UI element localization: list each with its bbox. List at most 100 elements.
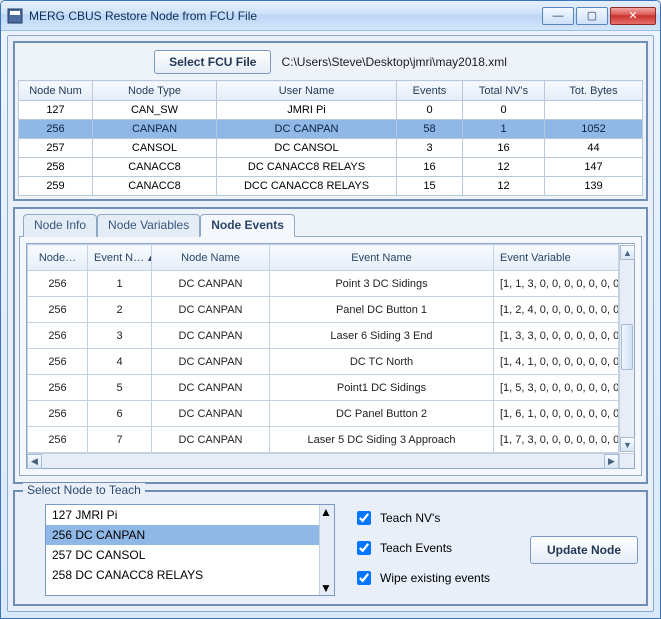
sort-asc-icon: ▲ bbox=[146, 253, 151, 263]
events-header[interactable]: Event N…▲ bbox=[88, 245, 152, 271]
teach-node-list[interactable]: 127 JMRI Pi256 DC CANPAN257 DC CANSOL258… bbox=[45, 504, 335, 596]
table-row[interactable]: 2563DC CANPANLaser 6 Siding 3 End[1, 3, … bbox=[28, 323, 619, 349]
scroll-thumb[interactable] bbox=[621, 324, 633, 370]
table-cell: [1, 4, 1, 0, 0, 0, 0, 0, 0, 0, bbox=[494, 349, 619, 375]
tab-node-events[interactable]: Node Events bbox=[200, 214, 295, 237]
nodes-table[interactable]: Node Num Node Type User Name Events Tota… bbox=[18, 80, 643, 196]
table-row[interactable]: 2566DC CANPANDC Panel Button 2[1, 6, 1, … bbox=[28, 401, 619, 427]
list-item[interactable]: 256 DC CANPAN bbox=[46, 525, 334, 545]
teach-legend: Select Node to Teach bbox=[23, 483, 145, 497]
table-row[interactable]: 2561DC CANPANPoint 3 DC Sidings[1, 1, 3,… bbox=[28, 271, 619, 297]
tab-node-info[interactable]: Node Info bbox=[23, 214, 97, 237]
table-row[interactable]: 258CANACC8DC CANACC8 RELAYS1612147 bbox=[19, 158, 643, 177]
scroll-left-icon[interactable]: ◀ bbox=[27, 454, 42, 469]
table-cell: 58 bbox=[397, 120, 463, 139]
nodes-header[interactable]: User Name bbox=[217, 81, 397, 101]
scroll-down-icon[interactable]: ▼ bbox=[320, 581, 334, 595]
events-horizontal-scrollbar[interactable]: ◀ ▶ bbox=[27, 453, 619, 468]
events-table[interactable]: Node… Event N…▲ Node Name Event Name Eve… bbox=[27, 244, 619, 453]
tabs-panel: Node Info Node Variables Node Events Nod… bbox=[13, 207, 648, 484]
nodes-header[interactable]: Node Type bbox=[93, 81, 217, 101]
table-row[interactable]: 2565DC CANPANPoint1 DC Sidings[1, 5, 3, … bbox=[28, 375, 619, 401]
table-row[interactable]: 259CANACC8DCC CANACC8 RELAYS1512139 bbox=[19, 177, 643, 196]
list-item[interactable]: 258 DC CANACC8 RELAYS bbox=[46, 565, 334, 585]
table-cell: 7 bbox=[88, 427, 152, 453]
select-fcu-file-button[interactable]: Select FCU File bbox=[154, 50, 271, 74]
tab-strip: Node Info Node Variables Node Events bbox=[19, 213, 642, 236]
table-cell: CANACC8 bbox=[93, 158, 217, 177]
nodes-header[interactable]: Node Num bbox=[19, 81, 93, 101]
table-cell: 12 bbox=[463, 177, 545, 196]
table-cell: DC CANPAN bbox=[152, 427, 270, 453]
table-cell: DC CANPAN bbox=[152, 349, 270, 375]
table-cell: 258 bbox=[19, 158, 93, 177]
teach-nv-checkbox[interactable]: Teach NV's bbox=[353, 508, 490, 528]
close-button[interactable]: ✕ bbox=[610, 7, 656, 25]
table-cell: 44 bbox=[545, 139, 643, 158]
events-header[interactable]: Node… bbox=[28, 245, 88, 271]
table-row[interactable]: 256CANPANDC CANPAN5811052 bbox=[19, 120, 643, 139]
table-cell: 256 bbox=[28, 349, 88, 375]
table-cell: 139 bbox=[545, 177, 643, 196]
tab-node-variables[interactable]: Node Variables bbox=[97, 214, 200, 237]
table-row[interactable]: 127CAN_SWJMRI Pi00 bbox=[19, 101, 643, 120]
table-cell: CANPAN bbox=[93, 120, 217, 139]
client-area: Select FCU File C:\Users\Steve\Desktop\j… bbox=[7, 35, 654, 612]
table-cell: 15 bbox=[397, 177, 463, 196]
table-cell: DC TC North bbox=[270, 349, 494, 375]
table-cell: CANSOL bbox=[93, 139, 217, 158]
events-vertical-scrollbar[interactable]: ▲ ▼ bbox=[619, 245, 634, 452]
table-cell: [1, 7, 3, 0, 0, 0, 0, 0, 0, 0, bbox=[494, 427, 619, 453]
maximize-button[interactable]: ▢ bbox=[576, 7, 608, 25]
table-cell: 2 bbox=[88, 297, 152, 323]
table-cell: 147 bbox=[545, 158, 643, 177]
tab-panel-node-events: Node… Event N…▲ Node Name Event Name Eve… bbox=[19, 236, 642, 476]
minimize-button[interactable]: — bbox=[542, 7, 574, 25]
teach-list-scrollbar[interactable]: ▲ ▼ bbox=[319, 505, 334, 595]
table-cell: DC CANSOL bbox=[217, 139, 397, 158]
table-cell: 1 bbox=[88, 271, 152, 297]
table-row[interactable]: 2564DC CANPANDC TC North[1, 4, 1, 0, 0, … bbox=[28, 349, 619, 375]
nodes-header[interactable]: Events bbox=[397, 81, 463, 101]
checkbox[interactable] bbox=[357, 571, 371, 585]
events-header[interactable]: Event Name bbox=[270, 245, 494, 271]
update-node-button[interactable]: Update Node bbox=[530, 536, 638, 564]
table-cell: DC CANACC8 RELAYS bbox=[217, 158, 397, 177]
events-header[interactable]: Event Variable bbox=[494, 245, 619, 271]
scroll-up-icon[interactable]: ▲ bbox=[320, 505, 334, 519]
table-cell: 3 bbox=[397, 139, 463, 158]
table-cell: 256 bbox=[28, 297, 88, 323]
table-cell: DC CANPAN bbox=[152, 375, 270, 401]
table-cell: CANACC8 bbox=[93, 177, 217, 196]
table-row[interactable]: 257CANSOLDC CANSOL31644 bbox=[19, 139, 643, 158]
table-cell: CAN_SW bbox=[93, 101, 217, 120]
scroll-down-icon[interactable]: ▼ bbox=[620, 437, 635, 452]
teach-events-label: Teach Events bbox=[380, 541, 452, 555]
nodes-header[interactable]: Tot. Bytes bbox=[545, 81, 643, 101]
scroll-right-icon[interactable]: ▶ bbox=[604, 454, 619, 469]
table-row[interactable]: 2562DC CANPANPanel DC Button 1[1, 2, 4, … bbox=[28, 297, 619, 323]
table-cell: 256 bbox=[28, 427, 88, 453]
list-item[interactable]: 127 JMRI Pi bbox=[46, 505, 334, 525]
checkbox[interactable] bbox=[357, 541, 371, 555]
wipe-events-checkbox[interactable]: Wipe existing events bbox=[353, 568, 490, 588]
list-item[interactable]: 257 DC CANSOL bbox=[46, 545, 334, 565]
events-header-row[interactable]: Node… Event N…▲ Node Name Event Name Eve… bbox=[28, 245, 619, 271]
file-path-label: C:\Users\Steve\Desktop\jmri\may2018.xml bbox=[281, 55, 506, 69]
scroll-up-icon[interactable]: ▲ bbox=[620, 245, 635, 260]
teach-events-checkbox[interactable]: Teach Events bbox=[353, 538, 490, 558]
app-window: MERG CBUS Restore Node from FCU File — ▢… bbox=[0, 0, 661, 619]
table-cell: DC CANPAN bbox=[152, 297, 270, 323]
table-cell: DC Panel Button 2 bbox=[270, 401, 494, 427]
table-cell bbox=[545, 101, 643, 120]
table-cell: DC CANPAN bbox=[152, 271, 270, 297]
table-row[interactable]: 2567DC CANPANLaser 5 DC Siding 3 Approac… bbox=[28, 427, 619, 453]
table-cell: 257 bbox=[19, 139, 93, 158]
table-cell: 16 bbox=[397, 158, 463, 177]
table-cell: DC CANPAN bbox=[152, 323, 270, 349]
nodes-header[interactable]: Total NV's bbox=[463, 81, 545, 101]
events-header[interactable]: Node Name bbox=[152, 245, 270, 271]
teach-panel: Select Node to Teach 127 JMRI Pi256 DC C… bbox=[13, 490, 648, 606]
nodes-header-row[interactable]: Node Num Node Type User Name Events Tota… bbox=[19, 81, 643, 101]
checkbox[interactable] bbox=[357, 511, 371, 525]
